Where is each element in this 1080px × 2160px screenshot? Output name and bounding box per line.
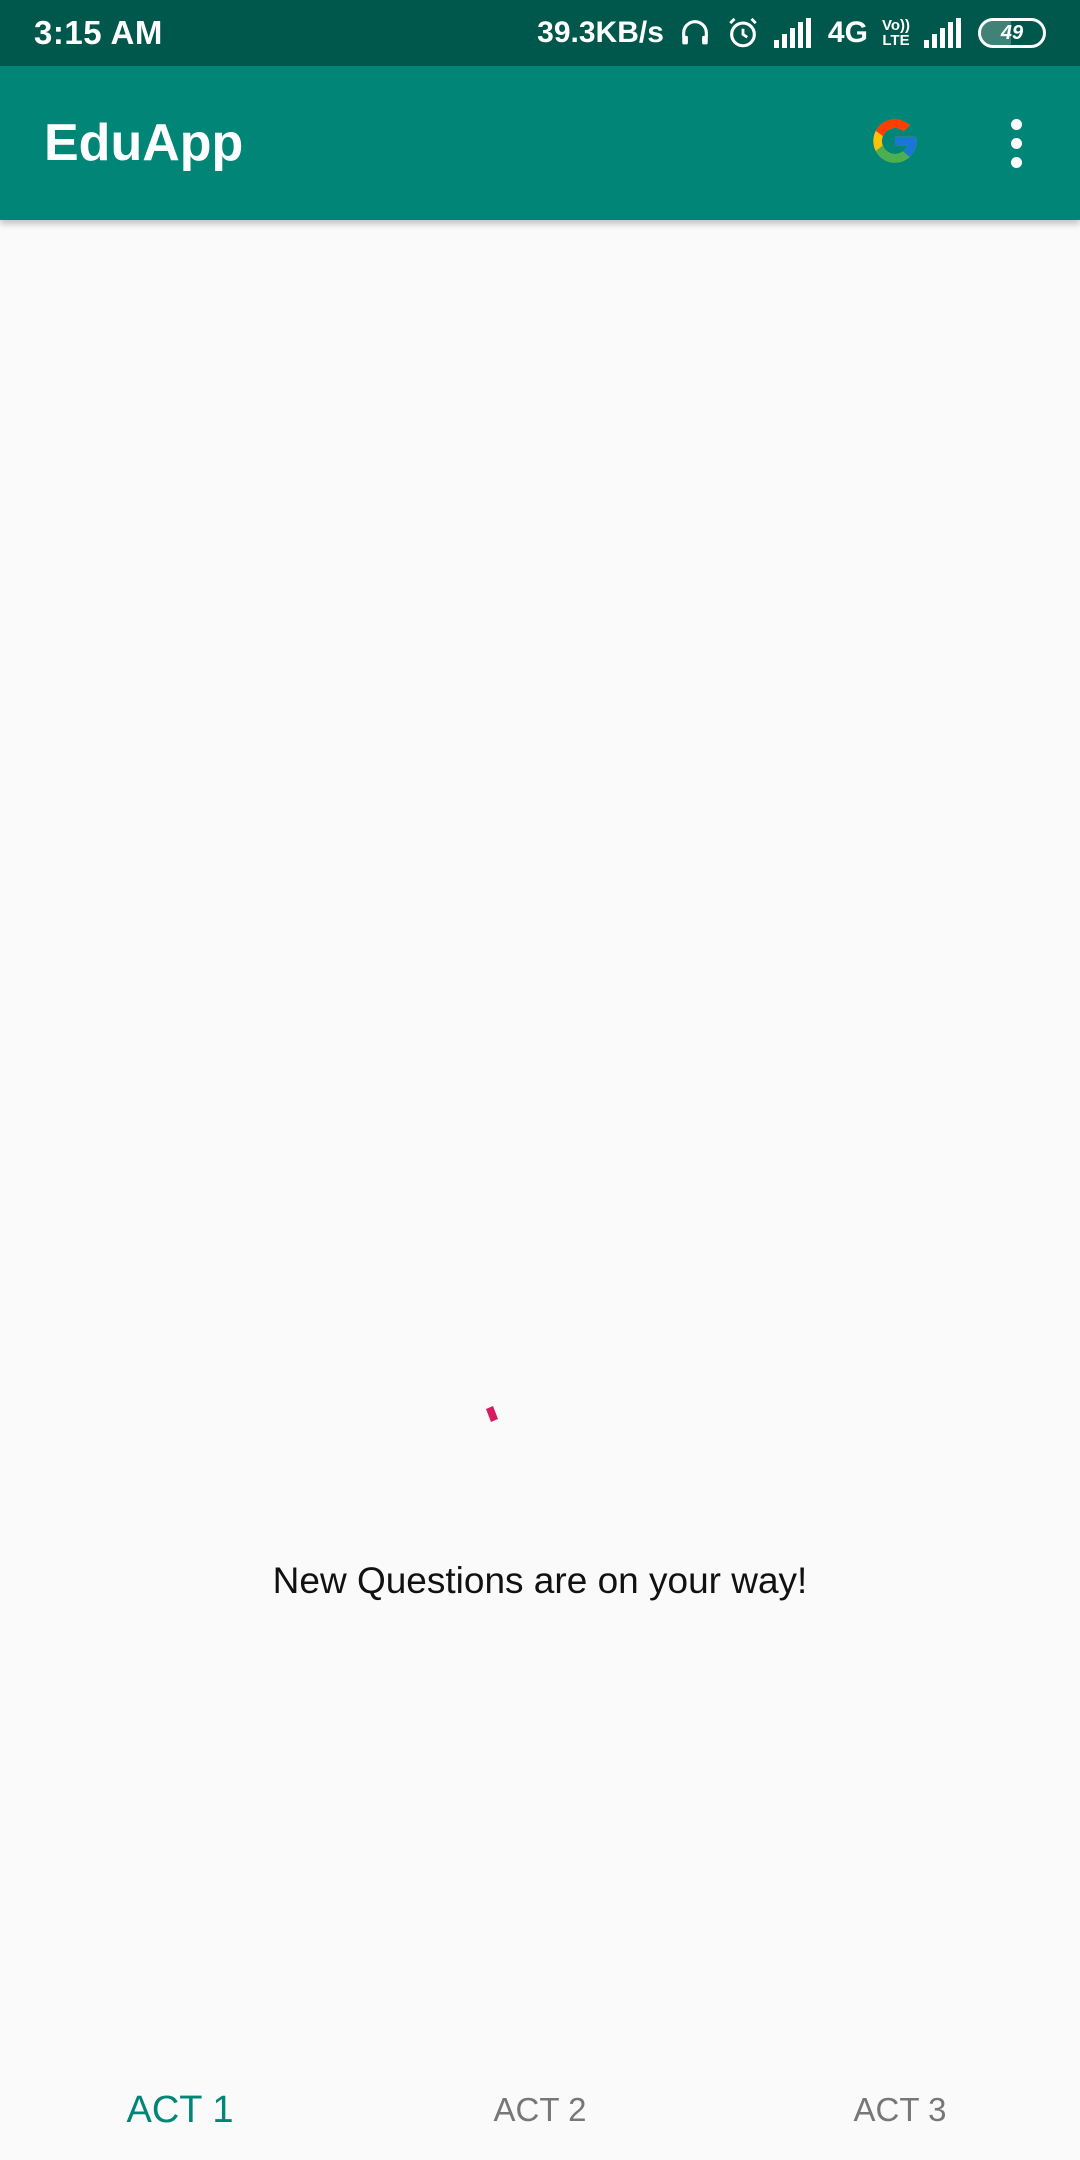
app-bar: EduApp — [0, 66, 1080, 220]
main-content: New Questions are on your way! — [0, 220, 1080, 2060]
google-sign-in-button[interactable] — [860, 108, 930, 178]
battery-icon: 49 — [978, 18, 1046, 48]
signal-icon — [773, 18, 814, 48]
status-time: 3:15 AM — [34, 14, 163, 51]
app-bar-actions — [860, 108, 1036, 178]
google-g-icon — [869, 115, 921, 172]
loading-spinner-icon — [486, 1406, 498, 1422]
battery-level: 49 — [1000, 21, 1024, 44]
volte-icon: Vo)) LTE — [881, 17, 910, 49]
bottom-tab-bar: ACT 1 ACT 2 ACT 3 — [0, 2060, 1080, 2160]
status-bar: 3:15 AM 39.3KB/s 4G Vo)) LTE 49 — [0, 0, 1080, 66]
more-options-button[interactable] — [996, 108, 1036, 178]
app-title: EduApp — [44, 114, 244, 172]
alarm-icon — [726, 16, 760, 50]
signal-icon-2 — [924, 18, 964, 48]
network-speed: 39.3KB/s — [537, 16, 664, 49]
network-type: 4G — [827, 16, 868, 49]
tab-act-1[interactable]: ACT 1 — [0, 2060, 360, 2160]
status-icons: 39.3KB/s 4G Vo)) LTE 49 — [537, 16, 1046, 50]
loading-message: New Questions are on your way! — [272, 1560, 808, 1601]
headset-icon — [678, 16, 712, 50]
more-vert-icon — [1010, 118, 1022, 130]
tab-act-3[interactable]: ACT 3 — [720, 2060, 1080, 2160]
tab-act-2[interactable]: ACT 2 — [360, 2060, 720, 2160]
